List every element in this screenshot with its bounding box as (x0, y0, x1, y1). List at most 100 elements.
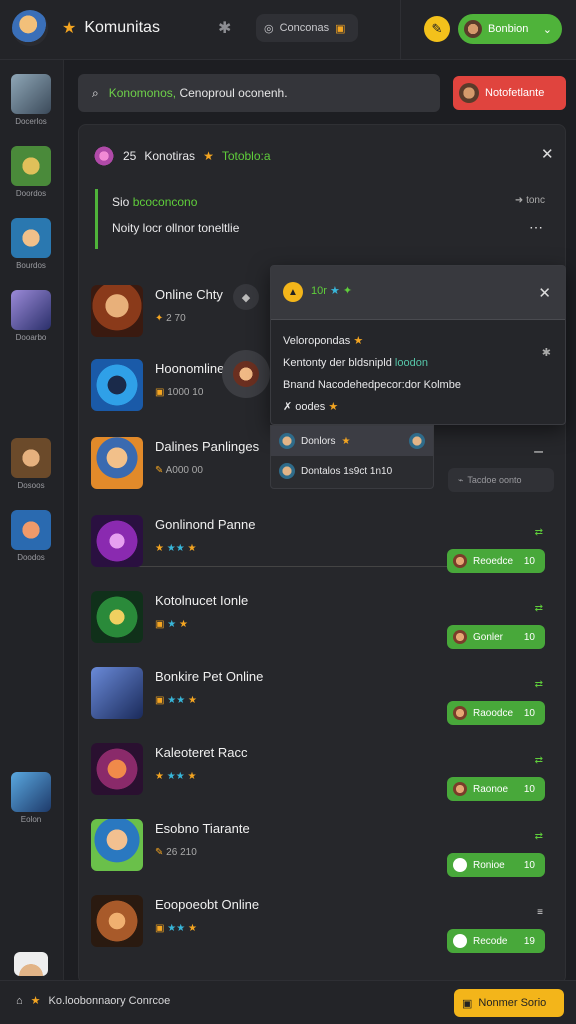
game-thumbnail (11, 74, 51, 114)
sidebar-item-5[interactable]: Dosoos (10, 438, 52, 490)
link-icon[interactable]: ⇄ (535, 755, 543, 766)
notification-button[interactable]: Notofetlante (453, 76, 566, 110)
list-item[interactable]: Eoopoeobt Online ▣ ★★ ★ ≡ Recode 19 (91, 893, 559, 963)
notice-text: Noity locr ollnor toneltlie (112, 221, 240, 235)
popup-line: Bnand Nacodehedpecor:dor Kolmbe (283, 379, 461, 391)
pill-label: Raoodce (473, 707, 514, 719)
sidebar-label: Dosoos (17, 481, 45, 490)
join-button[interactable]: Raonoe 10 (447, 777, 545, 801)
game-thumbnail (91, 437, 143, 489)
list-item[interactable]: Kaleoteret Racc ★ ★★ ★ ⇄ Raonoe 10 (91, 741, 559, 811)
avatar (409, 433, 425, 449)
join-button[interactable]: Gonler 10 (447, 625, 545, 649)
pill-label: Gonler (473, 631, 504, 643)
notice-box: Sio bcoconcono Noity locr ollnor toneltl… (95, 189, 551, 249)
submenu-item[interactable]: Dontalos 1s9ct 1n10 (271, 456, 433, 486)
game-thumbnail (11, 290, 51, 330)
divider (400, 0, 401, 60)
close-icon[interactable]: ✕ (541, 145, 554, 163)
row-title: Online Chty (155, 287, 223, 302)
avatar (464, 20, 482, 38)
game-thumbnail (91, 667, 143, 719)
rating: ★ ★★ ★ (155, 543, 197, 554)
join-button[interactable]: Recode 19 (447, 929, 545, 953)
list-item[interactable]: Gonlinond Panne ★ ★★ ★ ⇄ Reoedce 10 (91, 513, 559, 583)
user-menu-button[interactable]: Bonbion ⌄ (458, 14, 562, 44)
link-icon[interactable]: ⇄ (535, 527, 543, 538)
join-button[interactable]: Ronioe 10 (447, 853, 545, 877)
community-chip[interactable]: ◎ Conconas ▣ (256, 14, 358, 42)
bottom-text: Ko.loobonnaory Conrcoe (48, 994, 171, 1007)
app-title-group: ★ Komunitas (62, 18, 160, 38)
row-meta: ✎ A000 00 (155, 465, 203, 476)
list-item[interactable]: Bonkire Pet Online ▣ ★★ ★ ⇄ Raoodce 10 (91, 665, 559, 735)
row-title: Bonkire Pet Online (155, 669, 264, 684)
rating: ▣ ★★ ★ (155, 695, 197, 706)
sidebar-item-4[interactable]: Dooarbo (10, 290, 52, 342)
link-icon[interactable]: ⇄ (535, 603, 543, 614)
star-icon: ★ (341, 435, 351, 447)
tag-label: Tacdoe oonto (467, 475, 522, 485)
sidebar-label: Eolon (20, 815, 42, 824)
submenu-label: Dontalos 1s9ct 1n10 (301, 465, 393, 477)
pill-count: 10 (523, 783, 535, 795)
sidebar-item-1[interactable]: Docerlos (10, 74, 52, 126)
list-item[interactable]: Esobno Tiarante ✎ 26 210 ⇄ Ronioe 10 (91, 817, 559, 887)
menu-icon[interactable]: ≡ (537, 907, 543, 918)
bottom-action-button[interactable]: ▣ Nonmer Sorio (454, 989, 564, 1017)
bottom-bar: ⌂ ★ Ko.loobonnaory Conrcoe ▣ Nonmer Sori… (0, 980, 576, 1024)
sidebar-label: Bourdos (16, 261, 46, 270)
gear-icon[interactable]: ✱ (218, 18, 231, 38)
popup-header: ▲ 10r ★ ✦ ✕ (271, 266, 565, 320)
join-button[interactable]: Reoedce 10 (447, 549, 545, 573)
sidebar-item-2[interactable]: Doordos (10, 146, 52, 198)
submenu-item[interactable]: Donlors ★ (271, 426, 433, 456)
pill-label: Ronioe (473, 859, 505, 871)
gear-icon[interactable]: ✱ (542, 346, 551, 359)
link-icon: ⌁ (458, 474, 464, 485)
search-highlight: Konomonos, (108, 86, 177, 100)
trophy-icon: ▲ (283, 282, 303, 302)
rating: ▣ ★★ ★ (155, 923, 197, 934)
game-thumbnail (91, 743, 143, 795)
sidebar-item-6[interactable]: Doodos (10, 510, 52, 562)
search-input[interactable]: ⌕ Konomonos, Cenoproul oconenh. (78, 74, 440, 112)
popup-submenu: Donlors ★ Dontalos 1s9ct 1n10 (270, 425, 434, 489)
user-label: Bonbion (488, 23, 529, 35)
sidebar-item-8[interactable] (10, 952, 52, 976)
pencil-icon: ✎ (431, 21, 443, 36)
link-icon[interactable]: ⇄ (535, 831, 543, 842)
pill-label: Recode (473, 935, 508, 947)
join-button[interactable]: Raoodce 10 (447, 701, 545, 725)
submenu-label: Donlors (301, 435, 336, 447)
game-thumbnail (14, 952, 48, 976)
game-thumbnail (11, 218, 51, 258)
avatar (279, 463, 295, 479)
user-avatar[interactable] (12, 10, 48, 46)
game-thumbnail (91, 285, 143, 337)
notice-right[interactable]: ➜ tonc (515, 195, 545, 206)
popup-title: 10r ★ ✦ (311, 285, 353, 297)
game-thumbnail (91, 359, 143, 411)
badge-icon: ▣ (462, 997, 473, 1010)
floating-avatar[interactable] (222, 350, 270, 398)
rating: ★ ★★ ★ (155, 771, 197, 782)
row-title: Dalines Panlinges (155, 439, 260, 454)
edit-button[interactable]: ✎ (424, 16, 450, 42)
sidebar-item-7[interactable]: Eolon (10, 772, 52, 824)
star-icon: ★ (62, 20, 77, 37)
link-icon[interactable]: ⇄ (535, 679, 543, 690)
row-title: Esobno Tiarante (155, 821, 250, 836)
gray-tag[interactable]: ⌁ Tacdoe oonto (448, 468, 554, 492)
minus-icon[interactable]: – (534, 443, 543, 461)
home-icon[interactable]: ⌂ (16, 995, 23, 1007)
close-icon[interactable]: ✕ (538, 284, 551, 302)
bookmark-icon[interactable]: ◆ (233, 284, 259, 310)
bottom-info: ⌂ ★ Ko.loobonnaory Conrcoe (16, 994, 171, 1008)
pill-count: 10 (523, 555, 535, 567)
main-content: ⌕ Konomonos, Cenoproul oconenh. Notofetl… (64, 60, 576, 984)
list-item[interactable]: Kotolnucet Ionle ▣ ★ ★ ⇄ Gonler 10 (91, 589, 559, 659)
popup-line: Kentonty der bldsnipld loodon (283, 357, 428, 369)
sidebar-item-3[interactable]: Bourdos (10, 218, 52, 270)
more-icon[interactable]: ⋯ (529, 219, 543, 236)
